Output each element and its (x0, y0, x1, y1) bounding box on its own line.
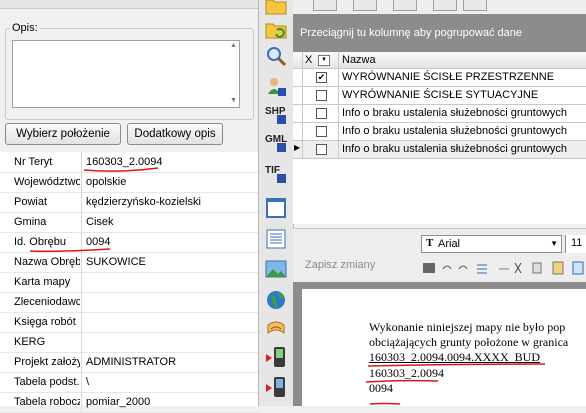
row-indicator[interactable] (293, 123, 303, 141)
align-icon (477, 264, 487, 274)
row-indicator-header (293, 52, 303, 69)
cut-icon (514, 262, 522, 274)
checkbox-icon[interactable] (316, 108, 327, 119)
scroll-up-icon[interactable]: ▲ (229, 41, 238, 50)
row-indicator[interactable] (293, 105, 303, 123)
current-row-indicator[interactable]: ▶ (293, 141, 303, 159)
property-value[interactable]: ADMINISTRATOR (86, 356, 176, 368)
description-textarea[interactable] (12, 40, 240, 108)
row-name: WYRÓWNANIE ŚCISŁE PRZESTRZENNE (342, 71, 555, 83)
user-save-icon[interactable] (265, 76, 287, 98)
table-row[interactable]: Info o braku ustalenia służebności grunt… (339, 123, 586, 141)
property-value[interactable]: \ (86, 376, 89, 388)
row-name: Info o braku ustalenia służebności grunt… (342, 107, 568, 119)
property-label: Projekt założył (14, 356, 80, 368)
row-checkbox-cell[interactable] (303, 87, 339, 105)
property-row[interactable]: Projekt założył ADMINISTRATOR (0, 352, 258, 373)
name-column-header[interactable]: Nazwa (339, 52, 586, 69)
property-label: KERG (14, 336, 46, 348)
description-label: Opis: (10, 22, 40, 34)
table-row[interactable]: Info o braku ustalenia służebności grunt… (339, 105, 586, 123)
property-row[interactable]: Tabela podst. \ (0, 372, 258, 393)
row-checkbox-cell[interactable] (303, 105, 339, 123)
property-row[interactable]: Tabela robocza pomiar_2000 (0, 392, 258, 413)
checkbox-icon[interactable] (316, 144, 327, 155)
current-row-arrow-icon: ▶ (294, 143, 301, 152)
tif-export-icon[interactable]: TIF (265, 162, 287, 184)
property-row[interactable]: Księga robót (0, 312, 258, 333)
phone-import-icon[interactable] (265, 376, 287, 398)
red-annotation-marks (29, 167, 159, 252)
property-label: Tabela robocza (14, 396, 80, 408)
row-indicator[interactable] (293, 87, 303, 105)
table-row[interactable]: WYRÓWNANIE ŚCISŁE PRZESTRZENNE (339, 69, 586, 87)
row-name: WYRÓWNANIE ŚCISŁE SYTUACYJNE (342, 89, 539, 101)
map-scroll-icon[interactable] (265, 317, 287, 339)
row-checkbox-cell[interactable] (303, 141, 339, 159)
grid-tool-button[interactable] (463, 0, 487, 11)
phone-export-icon[interactable] (265, 346, 287, 368)
find-icon (572, 261, 584, 275)
picture-icon[interactable] (265, 258, 287, 280)
data-grid: X ▼ Nazwa ✔ WYRÓWNANIE ŚCISŁE PRZESTRZEN… (293, 52, 586, 224)
gml-export-icon[interactable]: GML (265, 131, 287, 153)
grid-tool-button[interactable] (393, 0, 417, 11)
grid-tool-button[interactable] (433, 0, 457, 11)
property-label: Księga robót (14, 316, 76, 328)
paste-icon (552, 261, 564, 275)
magnifier-icon[interactable] (265, 45, 287, 67)
grid-tool-button[interactable] (353, 0, 377, 11)
project-panel: Opis: ▲ ▼ Wybierz położenie Dodatkowy op… (0, 0, 258, 413)
checkbox-icon[interactable] (316, 90, 327, 101)
group-by-hint: Przeciągnij tu kolumnę aby pogrupować da… (300, 27, 522, 39)
document-line: Wykonanie niniejszej mapy nie było pop (369, 320, 566, 334)
font-type-icon: T (426, 237, 434, 249)
row-name: Info o braku ustalenia służebności grunt… (342, 143, 568, 155)
select-location-button[interactable]: Wybierz położenie (5, 123, 121, 145)
scroll-down-icon[interactable]: ▼ (229, 96, 238, 105)
red-annotation-marks-document (365, 363, 546, 405)
globe-icon[interactable] (265, 289, 287, 311)
row-checkbox-cell[interactable] (303, 123, 339, 141)
undo-icon (442, 265, 452, 270)
property-label: Zleceniodawca (14, 296, 80, 308)
grid-toolbar (293, 0, 586, 15)
checkbox-icon[interactable] (316, 126, 327, 137)
font-name-value: Arial (438, 238, 461, 250)
folder-refresh-icon[interactable] (265, 18, 287, 40)
name-column-label: Nazwa (342, 54, 376, 66)
font-size-select[interactable]: 11 (565, 235, 586, 253)
shp-export-icon[interactable]: SHP (265, 103, 287, 125)
tool-iconbar: SHP GML TIF (258, 0, 294, 406)
check-column-header[interactable]: X ▼ (303, 52, 339, 69)
additional-description-button[interactable]: Dodatkowy opis (127, 123, 223, 145)
folder-icon[interactable] (265, 0, 287, 16)
row-checkbox-cell[interactable]: ✔ (303, 69, 339, 87)
property-value[interactable]: pomiar_2000 (86, 396, 150, 408)
property-row[interactable]: KERG (0, 332, 258, 353)
property-row[interactable]: Zleceniodawca (0, 292, 258, 313)
editor-format-icons (423, 261, 584, 275)
copy-icon (532, 262, 542, 274)
font-name-select[interactable]: T Arial ▼ (421, 235, 562, 253)
redo-icon (458, 265, 468, 270)
checkbox-checked-icon[interactable]: ✔ (316, 72, 327, 83)
grid-tool-button[interactable] (313, 0, 337, 11)
table-row[interactable]: WYRÓWNANIE ŚCISŁE SYTUACYJNE (339, 87, 586, 105)
font-size-value: 11 (571, 237, 583, 249)
description-scrollbar[interactable]: ▲ ▼ (229, 41, 238, 105)
save-changes-button[interactable]: Zapisz zmiany (305, 259, 375, 271)
blank-doc-icon[interactable] (265, 197, 287, 219)
top-strip (0, 0, 258, 9)
table-row-selected[interactable]: Info o braku ustalenia służebności grunt… (339, 141, 586, 159)
chevron-down-icon[interactable]: ▼ (550, 239, 558, 248)
property-label: Tabela podst. (14, 376, 80, 388)
row-name: Info o braku ustalenia służebności grunt… (342, 125, 568, 137)
text-doc-icon[interactable] (265, 228, 287, 250)
row-indicator[interactable] (293, 69, 303, 87)
print-icon (423, 263, 435, 273)
filter-dropdown-icon[interactable]: ▼ (318, 55, 330, 66)
check-column-label: X (305, 54, 313, 66)
